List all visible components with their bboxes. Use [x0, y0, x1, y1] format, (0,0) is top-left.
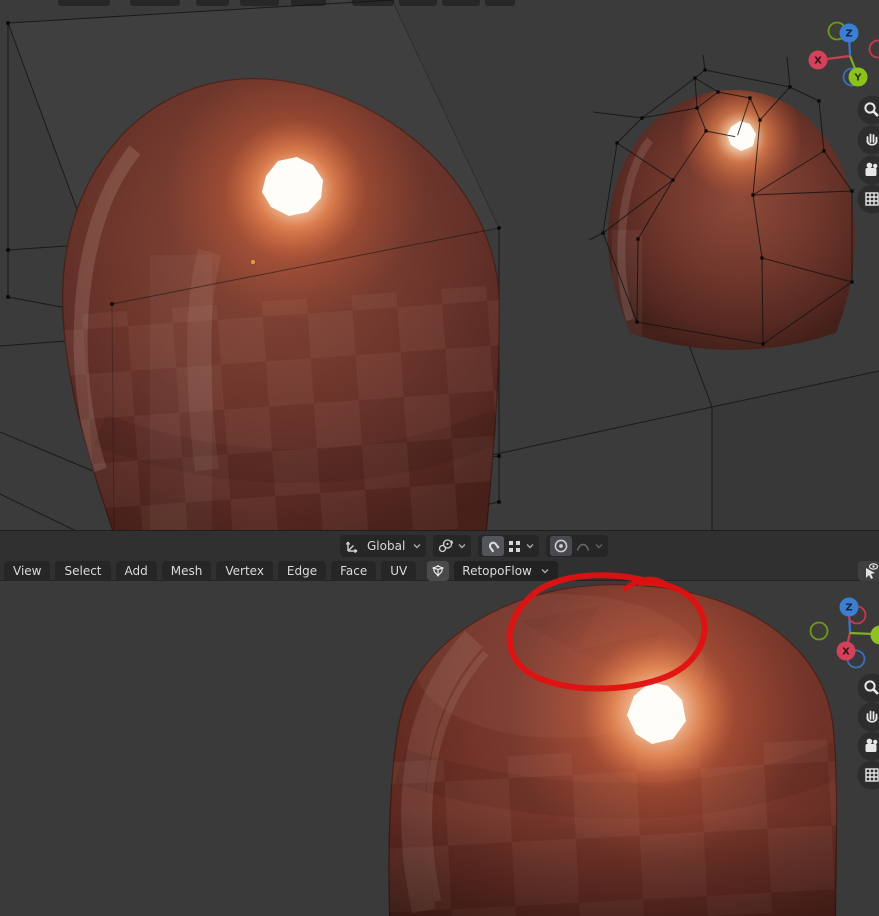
menu-face[interactable]: Face [331, 560, 377, 581]
axis-x-label: X [814, 56, 822, 67]
menu-vertex[interactable]: Vertex [216, 560, 273, 581]
snap-toggle-button[interactable] [482, 536, 505, 556]
axis-neg-x-icon[interactable] [868, 39, 879, 59]
camera-icon [865, 738, 878, 752]
viewport-bottom[interactable]: Z X [0, 581, 879, 916]
chevron-down-icon [458, 544, 466, 549]
proportional-editing-group [546, 535, 609, 557]
axis-z-label: Z [845, 603, 852, 614]
transform-orientation-dropdown[interactable]: Global [340, 535, 427, 557]
retopoflow-icon-button[interactable] [427, 560, 450, 581]
magnet-icon [489, 541, 500, 553]
proportional-editing-icon [554, 539, 568, 553]
axis-x-label: X [842, 647, 850, 658]
chevron-down-icon[interactable] [525, 541, 535, 551]
selected-vertex[interactable] [735, 135, 739, 139]
viewport-header: Global View Select Add Mesh Vertex Edge … [0, 530, 879, 581]
menu-view[interactable]: View [4, 560, 51, 581]
camera-icon [865, 162, 878, 176]
menu-select[interactable]: Select [55, 560, 111, 581]
pivot-point-icon [439, 539, 454, 553]
falloff-curve-icon[interactable] [575, 538, 591, 554]
menu-mesh[interactable]: Mesh [161, 560, 212, 581]
axis-y-label: Y [853, 73, 862, 84]
menu-uv[interactable]: UV [381, 560, 417, 581]
show-gizmo-toggle[interactable] [858, 560, 879, 581]
orientation-label: Global [367, 539, 406, 553]
cursor-eye-icon [866, 562, 879, 579]
chevron-down-icon[interactable] [594, 541, 604, 551]
proportional-editing-toggle[interactable] [550, 536, 573, 556]
header-row-controls: Global [0, 534, 879, 558]
axes-icon [345, 541, 358, 554]
axis-z-label: Z [845, 29, 852, 40]
viewport-top[interactable]: Z X Y [0, 0, 879, 530]
chevron-down-icon [413, 544, 421, 549]
blender-window: Z X Y Global View Select Add Mesh Vertex… [0, 0, 879, 916]
menu-edge[interactable]: Edge [277, 560, 327, 581]
snapping-group [478, 535, 540, 557]
snap-increment-icon[interactable] [507, 539, 522, 554]
chevron-down-icon [541, 568, 549, 573]
axis-neg-y-icon[interactable] [809, 621, 829, 641]
retopoflow-icon [432, 564, 444, 576]
header-row-menus: View Select Add Mesh Vertex Edge Face UV [0, 560, 879, 581]
active-vertex-point[interactable] [250, 259, 256, 265]
retopoflow-dropdown[interactable]: RetopoFlow [454, 560, 558, 581]
menu-add[interactable]: Add [115, 560, 157, 581]
pivot-point-dropdown[interactable] [433, 535, 472, 557]
